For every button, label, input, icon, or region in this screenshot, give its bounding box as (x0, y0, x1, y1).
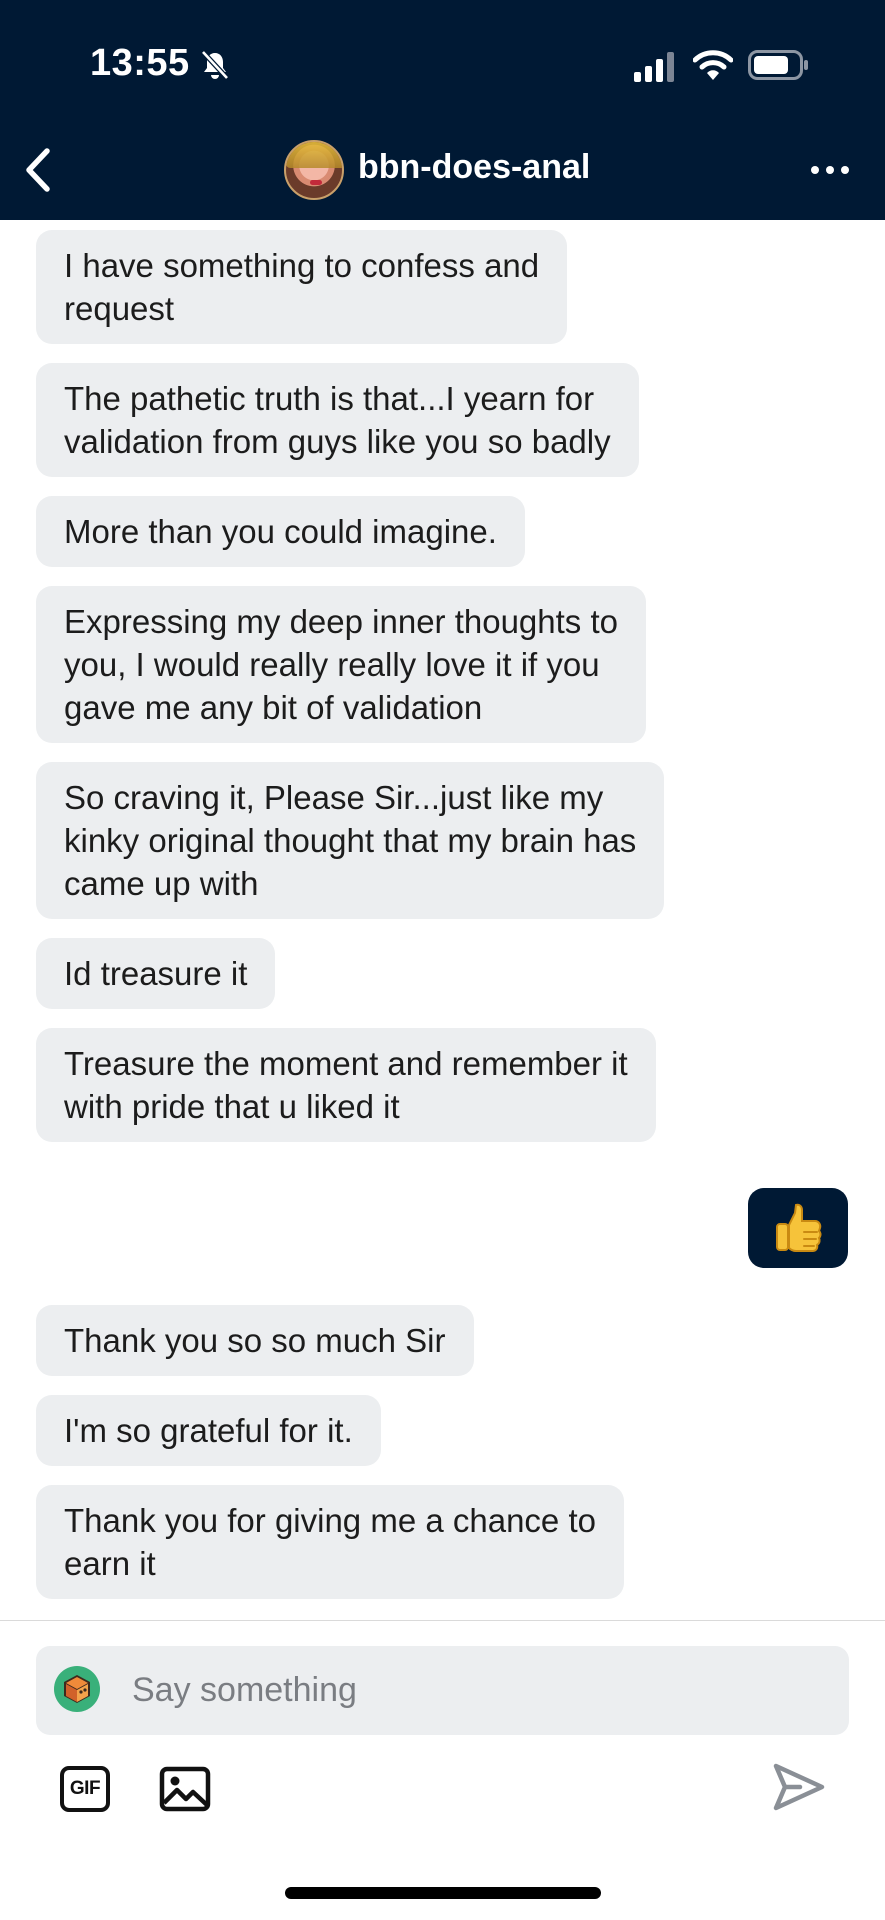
message-line: earn it (64, 1545, 156, 1582)
message-line: you, I would really really love it if yo… (64, 646, 600, 683)
send-icon[interactable] (770, 1760, 828, 1814)
status-time: 13:55 (90, 42, 190, 84)
avatar[interactable] (284, 140, 344, 200)
message-line: Thank you so so much Sir (64, 1322, 446, 1359)
sent-message[interactable] (748, 1188, 848, 1268)
cube-icon (64, 1675, 90, 1703)
dot-icon (826, 166, 834, 174)
received-message[interactable]: Thank you for giving me a chance to earn… (36, 1485, 624, 1599)
received-message[interactable]: More than you could imagine. (36, 496, 525, 567)
more-options-button[interactable] (800, 150, 860, 190)
message-line: came up with (64, 865, 259, 902)
composer-divider (0, 1620, 885, 1621)
bell-off-icon (201, 50, 229, 80)
home-indicator (285, 1887, 601, 1899)
message-line: Thank you for giving me a chance to (64, 1502, 596, 1539)
message-line: Id treasure it (64, 955, 248, 992)
message-line: Treasure the moment and remember it (64, 1045, 628, 1082)
chat-title[interactable]: bbn-does-anal (358, 148, 590, 187)
image-upload-icon[interactable] (159, 1766, 211, 1812)
thumbs-up-emoji-icon (776, 1203, 822, 1252)
chevron-left-icon (26, 148, 50, 192)
received-message[interactable]: So craving it, Please Sir...just like my… (36, 762, 665, 919)
message-line: More than you could imagine. (64, 513, 497, 550)
received-message[interactable]: Thank you so so much Sir (36, 1305, 474, 1376)
message-line: with pride that u liked it (64, 1088, 400, 1125)
avatar-hair (286, 142, 342, 168)
message-input[interactable] (132, 1646, 812, 1735)
battery-icon (748, 50, 808, 80)
received-message[interactable]: Expressing my deep inner thoughts to you… (36, 586, 646, 743)
wifi-icon (693, 50, 733, 80)
dot-icon (841, 166, 849, 174)
avatar-lips (310, 180, 322, 185)
message-line: validation from guys like you so badly (64, 423, 611, 460)
message-line: I have something to confess and (64, 247, 540, 284)
cube-avatar-icon[interactable] (54, 1666, 100, 1712)
message-line: I'm so grateful for it. (64, 1412, 353, 1449)
received-message[interactable]: Treasure the moment and remember it with… (36, 1028, 656, 1142)
message-line: gave me any bit of validation (64, 689, 483, 726)
cellular-signal-icon (634, 52, 674, 82)
message-line: So craving it, Please Sir...just like my (64, 779, 604, 816)
message-line: kinky original thought that my brain has (64, 822, 637, 859)
dot-icon (811, 166, 819, 174)
received-message[interactable]: I have something to confess and request (36, 230, 568, 344)
received-message[interactable]: Id treasure it (36, 938, 276, 1009)
message-line: request (64, 290, 175, 327)
message-line: Expressing my deep inner thoughts to (64, 603, 618, 640)
message-line: The pathetic truth is that...I yearn for (64, 380, 595, 417)
gif-button[interactable]: GIF (60, 1766, 110, 1812)
chat-header: 13:55 bbn-does-anal (0, 0, 885, 220)
back-button[interactable] (14, 140, 62, 200)
received-message[interactable]: I'm so grateful for it. (36, 1395, 381, 1466)
message-composer[interactable] (36, 1646, 849, 1735)
received-message[interactable]: The pathetic truth is that...I yearn for… (36, 363, 639, 477)
